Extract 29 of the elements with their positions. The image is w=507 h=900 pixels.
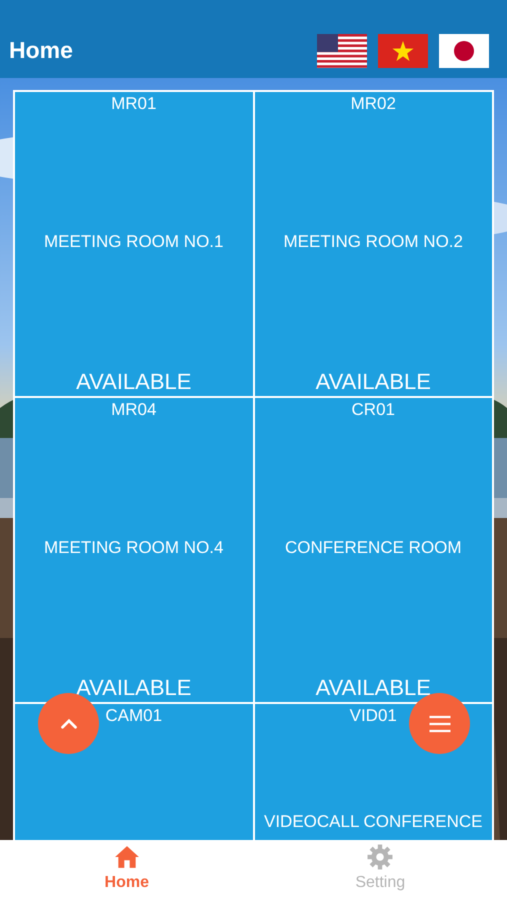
room-tile[interactable]: CR01 CONFERENCE ROOM AVAILABLE — [254, 398, 494, 704]
tab[interactable]: Home — [0, 840, 254, 900]
room-tile[interactable]: VID01 VIDEOCALL CONFERENCE — [254, 704, 494, 840]
room-tile[interactable]: CAM01 — [15, 704, 254, 840]
room-status: AVAILABLE — [76, 369, 192, 395]
page-title: Home — [9, 37, 73, 65]
room-code: VID01 — [350, 706, 397, 726]
house-icon — [114, 844, 140, 870]
room-code: CR01 — [352, 400, 395, 420]
star-flag-icon[interactable] — [378, 34, 428, 68]
room-name: VIDEOCALL CONFERENCE — [264, 812, 483, 832]
settings-icon — [367, 844, 394, 870]
room-code: CAM01 — [105, 706, 162, 726]
room-name: MEETING ROOM NO.4 — [44, 536, 224, 558]
room-status: AVAILABLE — [76, 675, 192, 701]
room-name: CONFERENCE ROOM — [284, 536, 462, 558]
circle-flag-icon[interactable] — [439, 34, 489, 68]
room-code: MR04 — [111, 400, 156, 420]
room-status: AVAILABLE — [316, 675, 431, 701]
room-status: AVAILABLE — [316, 369, 431, 395]
room-tile[interactable]: MR02 MEETING ROOM NO.2 AVAILABLE — [254, 92, 494, 398]
room-name: MEETING ROOM NO.2 — [284, 230, 463, 252]
room-tile[interactable]: MR04 MEETING ROOM NO.4 AVAILABLE — [15, 398, 254, 704]
striped-flag-icon[interactable] — [317, 34, 367, 68]
tab[interactable]: Setting — [254, 840, 507, 900]
room-name: MEETING ROOM NO.1 — [44, 230, 224, 252]
room-code: MR01 — [111, 94, 156, 114]
room-code: MR02 — [350, 94, 396, 114]
room-tile[interactable]: MR01 MEETING ROOM NO.1 AVAILABLE — [15, 92, 254, 398]
